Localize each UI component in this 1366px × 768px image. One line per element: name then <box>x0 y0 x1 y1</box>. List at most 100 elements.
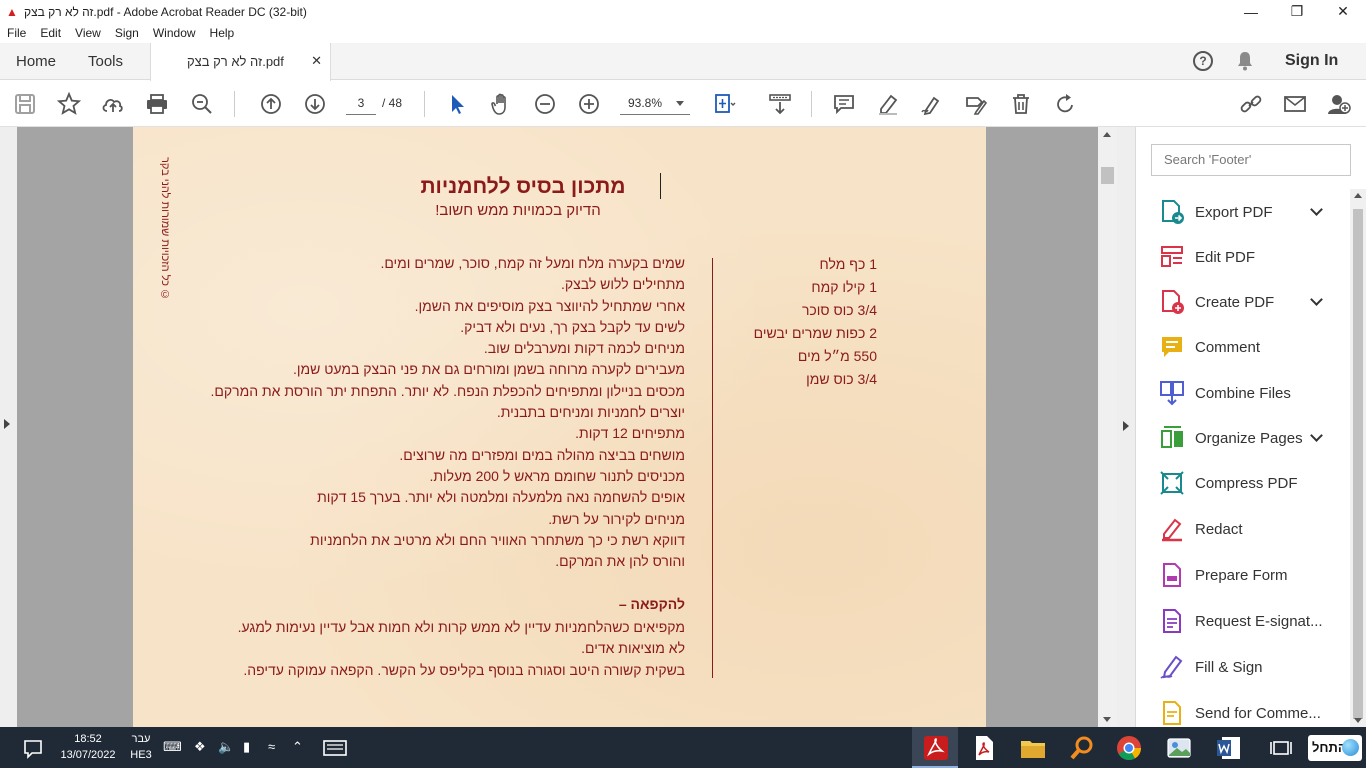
comment-tool-icon[interactable] <box>832 92 856 116</box>
scroll-down-icon[interactable] <box>1103 717 1111 722</box>
chevron-down-icon[interactable] <box>1310 293 1323 306</box>
print-icon[interactable] <box>145 92 169 116</box>
tool-label: Fill & Sign <box>1195 658 1263 676</box>
menu-window[interactable]: Window <box>146 26 203 40</box>
chevron-down-icon[interactable] <box>1310 203 1323 216</box>
scroll-up-icon[interactable] <box>1103 132 1111 137</box>
select-cursor-icon[interactable] <box>445 92 469 116</box>
file-explorer-icon[interactable] <box>1020 735 1046 761</box>
tool-organize-pages[interactable]: Organize Pages <box>1159 423 1349 453</box>
document-viewport[interactable]: כל הזכויות שמורות להני בקר © מתכון בסיס … <box>17 127 1098 727</box>
help-icon[interactable]: ? <box>1193 51 1213 71</box>
draw-pen-icon[interactable] <box>920 92 944 116</box>
tool-comment[interactable]: Comment <box>1159 332 1349 362</box>
tool-export-pdf[interactable]: Export PDF <box>1159 197 1349 227</box>
scroll-mode-icon[interactable] <box>768 92 792 116</box>
share-link-icon[interactable] <box>1239 92 1263 116</box>
fill-sign-tool-icon[interactable] <box>964 92 988 116</box>
send-comment-icon <box>1159 700 1185 726</box>
tools-panel-scrollbar[interactable] <box>1350 189 1366 727</box>
tool-edit-pdf[interactable]: Edit PDF <box>1159 242 1349 272</box>
tab-document[interactable]: זה לא רק בצק.pdf ✕ <box>150 43 331 81</box>
sign-in-button[interactable]: Sign In <box>1285 52 1338 70</box>
desktop-tablet-mode-icon[interactable] <box>322 735 348 761</box>
tool-request-esignatures[interactable]: Request E-signat... <box>1159 606 1349 636</box>
freeze-steps: מקפיאים כשהלחמניות עדיין לא ממש קרות ולא… <box>153 617 685 681</box>
toolbar-separator <box>811 91 812 117</box>
save-icon[interactable] <box>13 92 37 116</box>
acrobat-app-icon: ▲ <box>6 4 18 19</box>
highlight-pen-icon[interactable] <box>876 92 900 116</box>
volume-icon[interactable]: 🔈 <box>218 739 234 755</box>
tool-redact[interactable]: Redact <box>1159 514 1349 544</box>
bookmark-star-icon[interactable] <box>56 91 82 116</box>
left-panel-toggle[interactable] <box>0 127 17 727</box>
acrobat-reader-taskbar-icon[interactable] <box>923 735 949 761</box>
search-magnifier-icon[interactable] <box>1069 735 1095 761</box>
hand-tool-icon[interactable] <box>489 92 513 116</box>
tools-search-input[interactable]: Search 'Footer' <box>1151 144 1351 176</box>
tool-send-for-comments[interactable]: Send for Comme... <box>1159 698 1349 728</box>
upload-cloud-icon[interactable] <box>101 92 125 116</box>
comment-icon <box>1159 334 1185 360</box>
start-button[interactable]: התחל <box>1308 735 1362 761</box>
scroll-thumb[interactable] <box>1353 209 1363 719</box>
menu-edit[interactable]: Edit <box>33 26 68 40</box>
close-tab-icon[interactable]: ✕ <box>311 53 322 69</box>
zoom-level-select[interactable]: 93.8% <box>620 91 690 115</box>
notification-bell-icon[interactable] <box>1236 51 1254 71</box>
maximize-button[interactable]: ❐ <box>1274 0 1320 23</box>
close-window-button[interactable]: ✕ <box>1320 0 1366 23</box>
right-panel-toggle[interactable] <box>1117 127 1136 727</box>
next-page-icon[interactable] <box>303 92 327 116</box>
minimize-button[interactable]: — <box>1228 0 1274 23</box>
battery-icon[interactable]: ▮ <box>243 739 250 755</box>
zoom-out-magnifier-icon[interactable] <box>190 92 214 116</box>
request-esign-icon <box>1159 608 1185 634</box>
delete-trash-icon[interactable] <box>1009 92 1033 116</box>
tab-home[interactable]: Home <box>16 53 56 70</box>
rotate-icon[interactable] <box>1053 92 1077 116</box>
edit-pdf-icon <box>1159 244 1185 270</box>
tool-prepare-form[interactable]: Prepare Form <box>1159 560 1349 590</box>
combine-files-icon <box>1159 380 1185 406</box>
language-top: עבר <box>131 733 151 745</box>
language-indicator[interactable]: עבר HE3 <box>126 731 156 763</box>
keyboard-icon[interactable]: ⌨ <box>163 739 182 755</box>
word-app-icon[interactable] <box>1216 735 1242 761</box>
menu-view[interactable]: View <box>68 26 108 40</box>
tab-document-name: זה לא רק בצק.pdf <box>187 54 284 69</box>
menu-sign[interactable]: Sign <box>108 26 146 40</box>
system-clock[interactable]: 18:52 13/07/2022 <box>56 731 120 763</box>
page-number-input[interactable]: 3 <box>346 91 376 115</box>
tool-compress-pdf[interactable]: Compress PDF <box>1159 468 1349 498</box>
menu-file[interactable]: File <box>0 26 33 40</box>
notifications-icon[interactable] <box>20 735 46 761</box>
tool-create-pdf[interactable]: Create PDF <box>1159 287 1349 317</box>
tool-fill-sign[interactable]: Fill & Sign <box>1159 652 1349 682</box>
previous-page-icon[interactable] <box>259 92 283 116</box>
show-hidden-icons-chevron-icon[interactable]: ⌃ <box>292 739 303 755</box>
wifi-icon[interactable]: ≈ <box>268 739 275 754</box>
task-view-icon[interactable] <box>1268 735 1294 761</box>
document-scrollbar[interactable] <box>1098 127 1117 727</box>
chrome-browser-icon[interactable] <box>1116 735 1142 761</box>
tool-combine-files[interactable]: Combine Files <box>1159 378 1349 408</box>
fit-page-icon[interactable] <box>712 92 736 116</box>
add-user-icon[interactable] <box>1327 92 1351 116</box>
menu-help[interactable]: Help <box>203 26 242 40</box>
chevron-down-icon[interactable] <box>1310 429 1323 442</box>
scroll-up-icon[interactable] <box>1354 193 1362 198</box>
zoom-out-icon[interactable] <box>533 92 557 116</box>
scroll-thumb[interactable] <box>1101 167 1114 184</box>
main-toolbar: 3 / 48 93.8% <box>0 81 1366 127</box>
zoom-in-icon[interactable] <box>577 92 601 116</box>
freeze-heading: להקפאה – <box>618 596 685 612</box>
dropbox-icon[interactable]: ❖ <box>194 739 206 755</box>
acrobat-pdf-taskbar-icon[interactable] <box>971 735 997 761</box>
freeze-line: מקפיאים כשהלחמניות עדיין לא ממש קרות ולא… <box>237 619 685 635</box>
email-icon[interactable] <box>1283 92 1307 116</box>
tab-tools[interactable]: Tools <box>88 53 123 70</box>
image-viewer-icon[interactable] <box>1166 735 1192 761</box>
scroll-down-icon[interactable] <box>1354 718 1362 723</box>
